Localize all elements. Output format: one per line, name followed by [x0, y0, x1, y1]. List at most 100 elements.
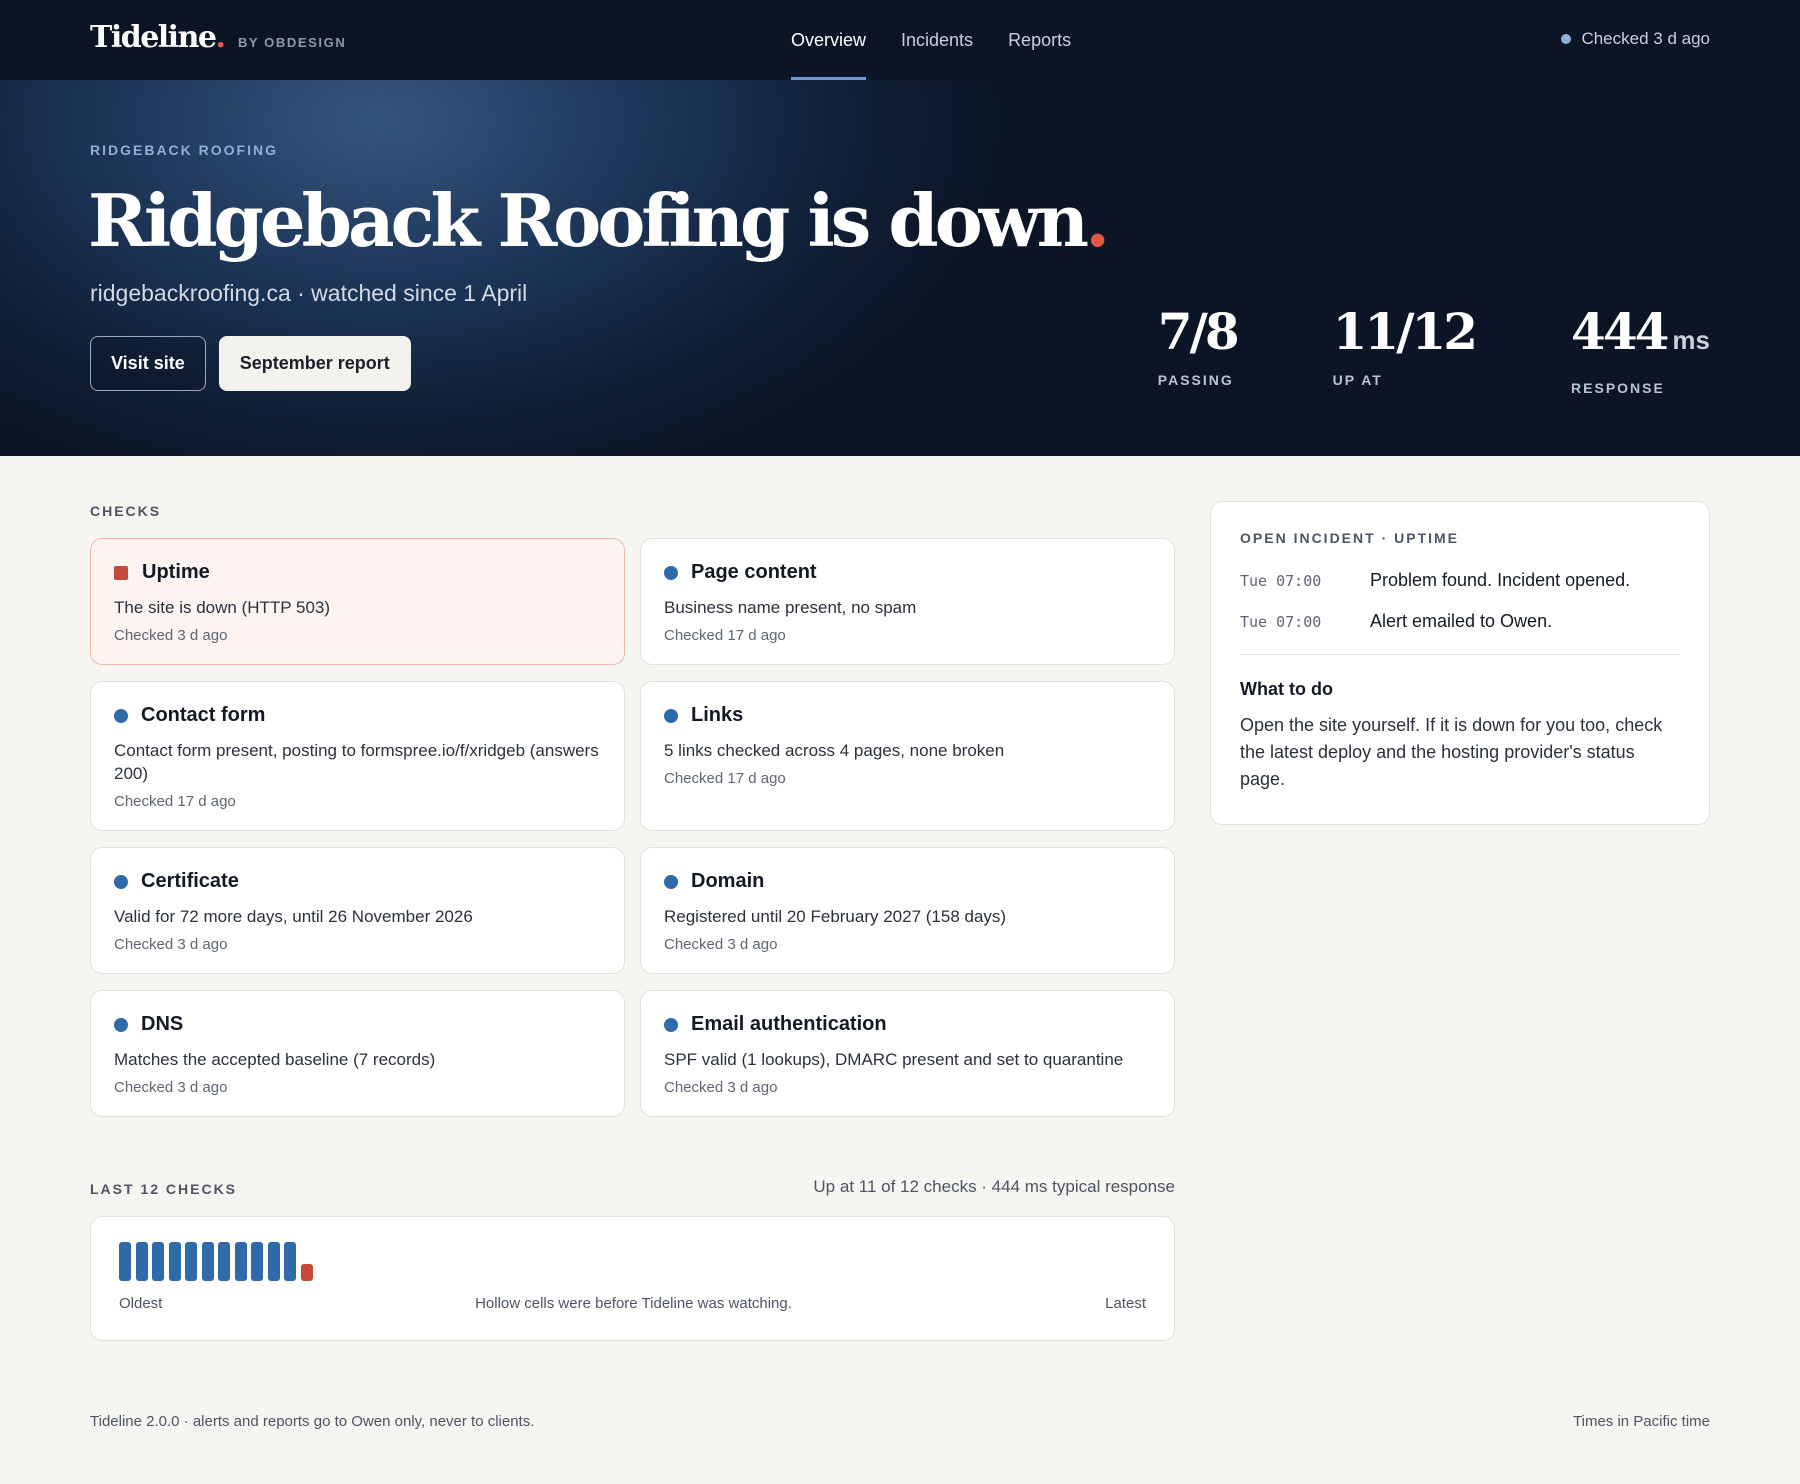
check-detail: Valid for 72 more days, until 26 Novembe… — [114, 907, 473, 926]
check-title: Page content — [691, 561, 817, 583]
divider — [1240, 654, 1680, 655]
ok-status-icon — [664, 874, 678, 889]
ok-status-icon — [114, 1017, 128, 1032]
last-checked-text: Checked 3 d ago — [1581, 29, 1710, 48]
stat-value: 11/12 — [1332, 302, 1478, 361]
nav-reports[interactable]: Reports — [1008, 0, 1071, 80]
check-timestamp: Checked 3 d ago — [114, 936, 228, 953]
check-timestamp: Checked 17 d ago — [664, 770, 786, 787]
incident-event: Tue 07:00 Alert emailed to Owen. — [1240, 611, 1680, 632]
page-title-text: Ridgeback Roofing is down — [88, 178, 1089, 263]
check-card-domain[interactable]: Domain Registered until 20 February 2027… — [640, 847, 1175, 974]
check-detail: Registered until 20 February 2027 (158 d… — [664, 907, 1007, 926]
visit-site-button[interactable]: Visit site — [90, 336, 206, 391]
stat-value: 7/8 — [1157, 302, 1240, 361]
brand-name: Tideline — [90, 20, 217, 55]
stat-number: 444 — [1571, 302, 1669, 361]
status-dot-icon — [1561, 34, 1572, 44]
history-bar-up[interactable] — [135, 1242, 148, 1281]
history-bar-up[interactable] — [119, 1242, 131, 1281]
check-detail: SPF valid (1 lookups), DMARC present and… — [664, 1050, 1124, 1069]
history-panel: Hollow cells were before Tideline was wa… — [90, 1216, 1175, 1341]
history-bar-up[interactable] — [234, 1242, 247, 1281]
history-bar-up[interactable] — [267, 1242, 280, 1281]
history-bar-up[interactable] — [168, 1242, 181, 1281]
check-title: Uptime — [142, 561, 210, 583]
check-card-contact-form[interactable]: Contact form Contact form present, posti… — [90, 681, 625, 831]
event-text: Alert emailed to Owen. — [1370, 611, 1553, 631]
history-bar-up[interactable] — [152, 1242, 164, 1281]
stat-response: 444 ms RESPONSE — [1571, 304, 1710, 397]
check-card-certificate[interactable]: Certificate Valid for 72 more days, unti… — [90, 847, 625, 974]
hero-banner: RIDGEBACK ROOFING Ridgeback Roofing is d… — [0, 80, 1800, 456]
ok-status-icon — [114, 708, 128, 723]
footer-note: Tideline 2.0.0 · alerts and reports go t… — [90, 1413, 535, 1430]
nav-overview[interactable]: Overview — [791, 0, 867, 80]
history-summary: Up at 11 of 12 checks · 444 ms typical r… — [813, 1177, 1175, 1196]
check-detail: Business name present, no spam — [664, 598, 917, 617]
stat-number: 7/8 — [1157, 302, 1240, 361]
nav-incidents[interactable]: Incidents — [901, 0, 973, 80]
stat-unit: ms — [1672, 325, 1710, 355]
hero-actions: Visit site September report — [90, 336, 411, 391]
incident-heading: OPEN INCIDENT · UPTIME — [1240, 530, 1460, 546]
brand-logo[interactable]: Tideline. BY OBDESIGN — [90, 20, 346, 55]
check-card-email-authentication[interactable]: Email authentication SPF valid (1 lookup… — [640, 990, 1175, 1117]
stat-passing: 7/8 PASSING — [1157, 302, 1240, 396]
check-card-links[interactable]: Links 5 links checked across 4 pages, no… — [640, 681, 1175, 831]
checks-heading: CHECKS — [90, 503, 162, 519]
check-title: Links — [691, 704, 744, 726]
history-bar-up[interactable] — [218, 1242, 230, 1281]
client-name: RIDGEBACK ROOFING — [90, 142, 278, 158]
history-note: Hollow cells were before Tideline was wa… — [475, 1295, 792, 1312]
ok-status-icon — [664, 565, 678, 580]
stat-number: 11/12 — [1332, 302, 1478, 361]
incident-event: Tue 07:00 Problem found. Incident opened… — [1240, 570, 1680, 591]
page-title: Ridgeback Roofing is down. — [88, 178, 1110, 263]
stat-value: 444 ms — [1571, 304, 1710, 368]
check-card-dns[interactable]: DNS Matches the accepted baseline (7 rec… — [90, 990, 625, 1117]
stat-label: UP AT — [1332, 372, 1383, 388]
check-detail: Matches the accepted baseline (7 records… — [114, 1050, 436, 1069]
check-card-page-content[interactable]: Page content Business name present, no s… — [640, 538, 1175, 665]
history-latest-label: Latest — [1105, 1295, 1146, 1312]
ok-status-icon — [114, 874, 128, 889]
stat-label: PASSING — [1157, 372, 1234, 388]
history-heading: LAST 12 CHECKS — [90, 1181, 238, 1197]
history-bar-up[interactable] — [201, 1242, 214, 1281]
check-title: Email authentication — [691, 1013, 887, 1035]
what-to-do-title: What to do — [1240, 679, 1333, 699]
check-card-uptime[interactable]: Uptime The site is down (HTTP 503) Check… — [90, 538, 625, 665]
what-to-do-body: Open the site yourself. If it is down fo… — [1240, 715, 1663, 789]
main-nav: Overview Incidents Reports — [791, 0, 1106, 80]
brand-dot: . — [215, 20, 226, 55]
page-title-dot: . — [1085, 178, 1110, 263]
event-time: Tue 07:00 — [1240, 613, 1322, 631]
last-checked-status: Checked 3 d ago — [1561, 29, 1710, 49]
check-title: Contact form — [141, 704, 266, 726]
footer-timezone: Times in Pacific time — [1573, 1413, 1710, 1430]
ok-status-icon — [664, 708, 678, 723]
history-bar-up[interactable] — [284, 1242, 296, 1281]
check-timestamp: Checked 3 d ago — [114, 1079, 228, 1096]
checks-grid: Uptime The site is down (HTTP 503) Check… — [90, 538, 1175, 1117]
stat-up-at: 11/12 UP AT — [1332, 302, 1478, 396]
open-incident-panel: OPEN INCIDENT · UPTIME Tue 07:00 Problem… — [1210, 501, 1710, 825]
check-timestamp: Checked 3 d ago — [664, 1079, 778, 1096]
event-text: Problem found. Incident opened. — [1370, 570, 1631, 590]
check-timestamp: Checked 17 d ago — [114, 793, 236, 810]
site-subtitle: ridgebackroofing.ca · watched since 1 Ap… — [90, 280, 528, 306]
stat-label: RESPONSE — [1571, 380, 1665, 396]
history-bars — [119, 1241, 317, 1281]
event-time: Tue 07:00 — [1240, 572, 1322, 590]
check-timestamp: Checked 3 d ago — [114, 627, 228, 644]
ok-status-icon — [664, 1017, 678, 1032]
check-detail: 5 links checked across 4 pages, none bro… — [664, 741, 1005, 760]
history-bar-down[interactable] — [300, 1264, 313, 1281]
history-bar-up[interactable] — [185, 1242, 197, 1281]
history-bar-up[interactable] — [251, 1242, 263, 1281]
brand-byline: BY OBDESIGN — [237, 35, 347, 50]
check-detail: Contact form present, posting to formspr… — [114, 741, 599, 783]
september-report-button[interactable]: September report — [218, 336, 411, 391]
history-oldest-label: Oldest — [119, 1295, 163, 1312]
